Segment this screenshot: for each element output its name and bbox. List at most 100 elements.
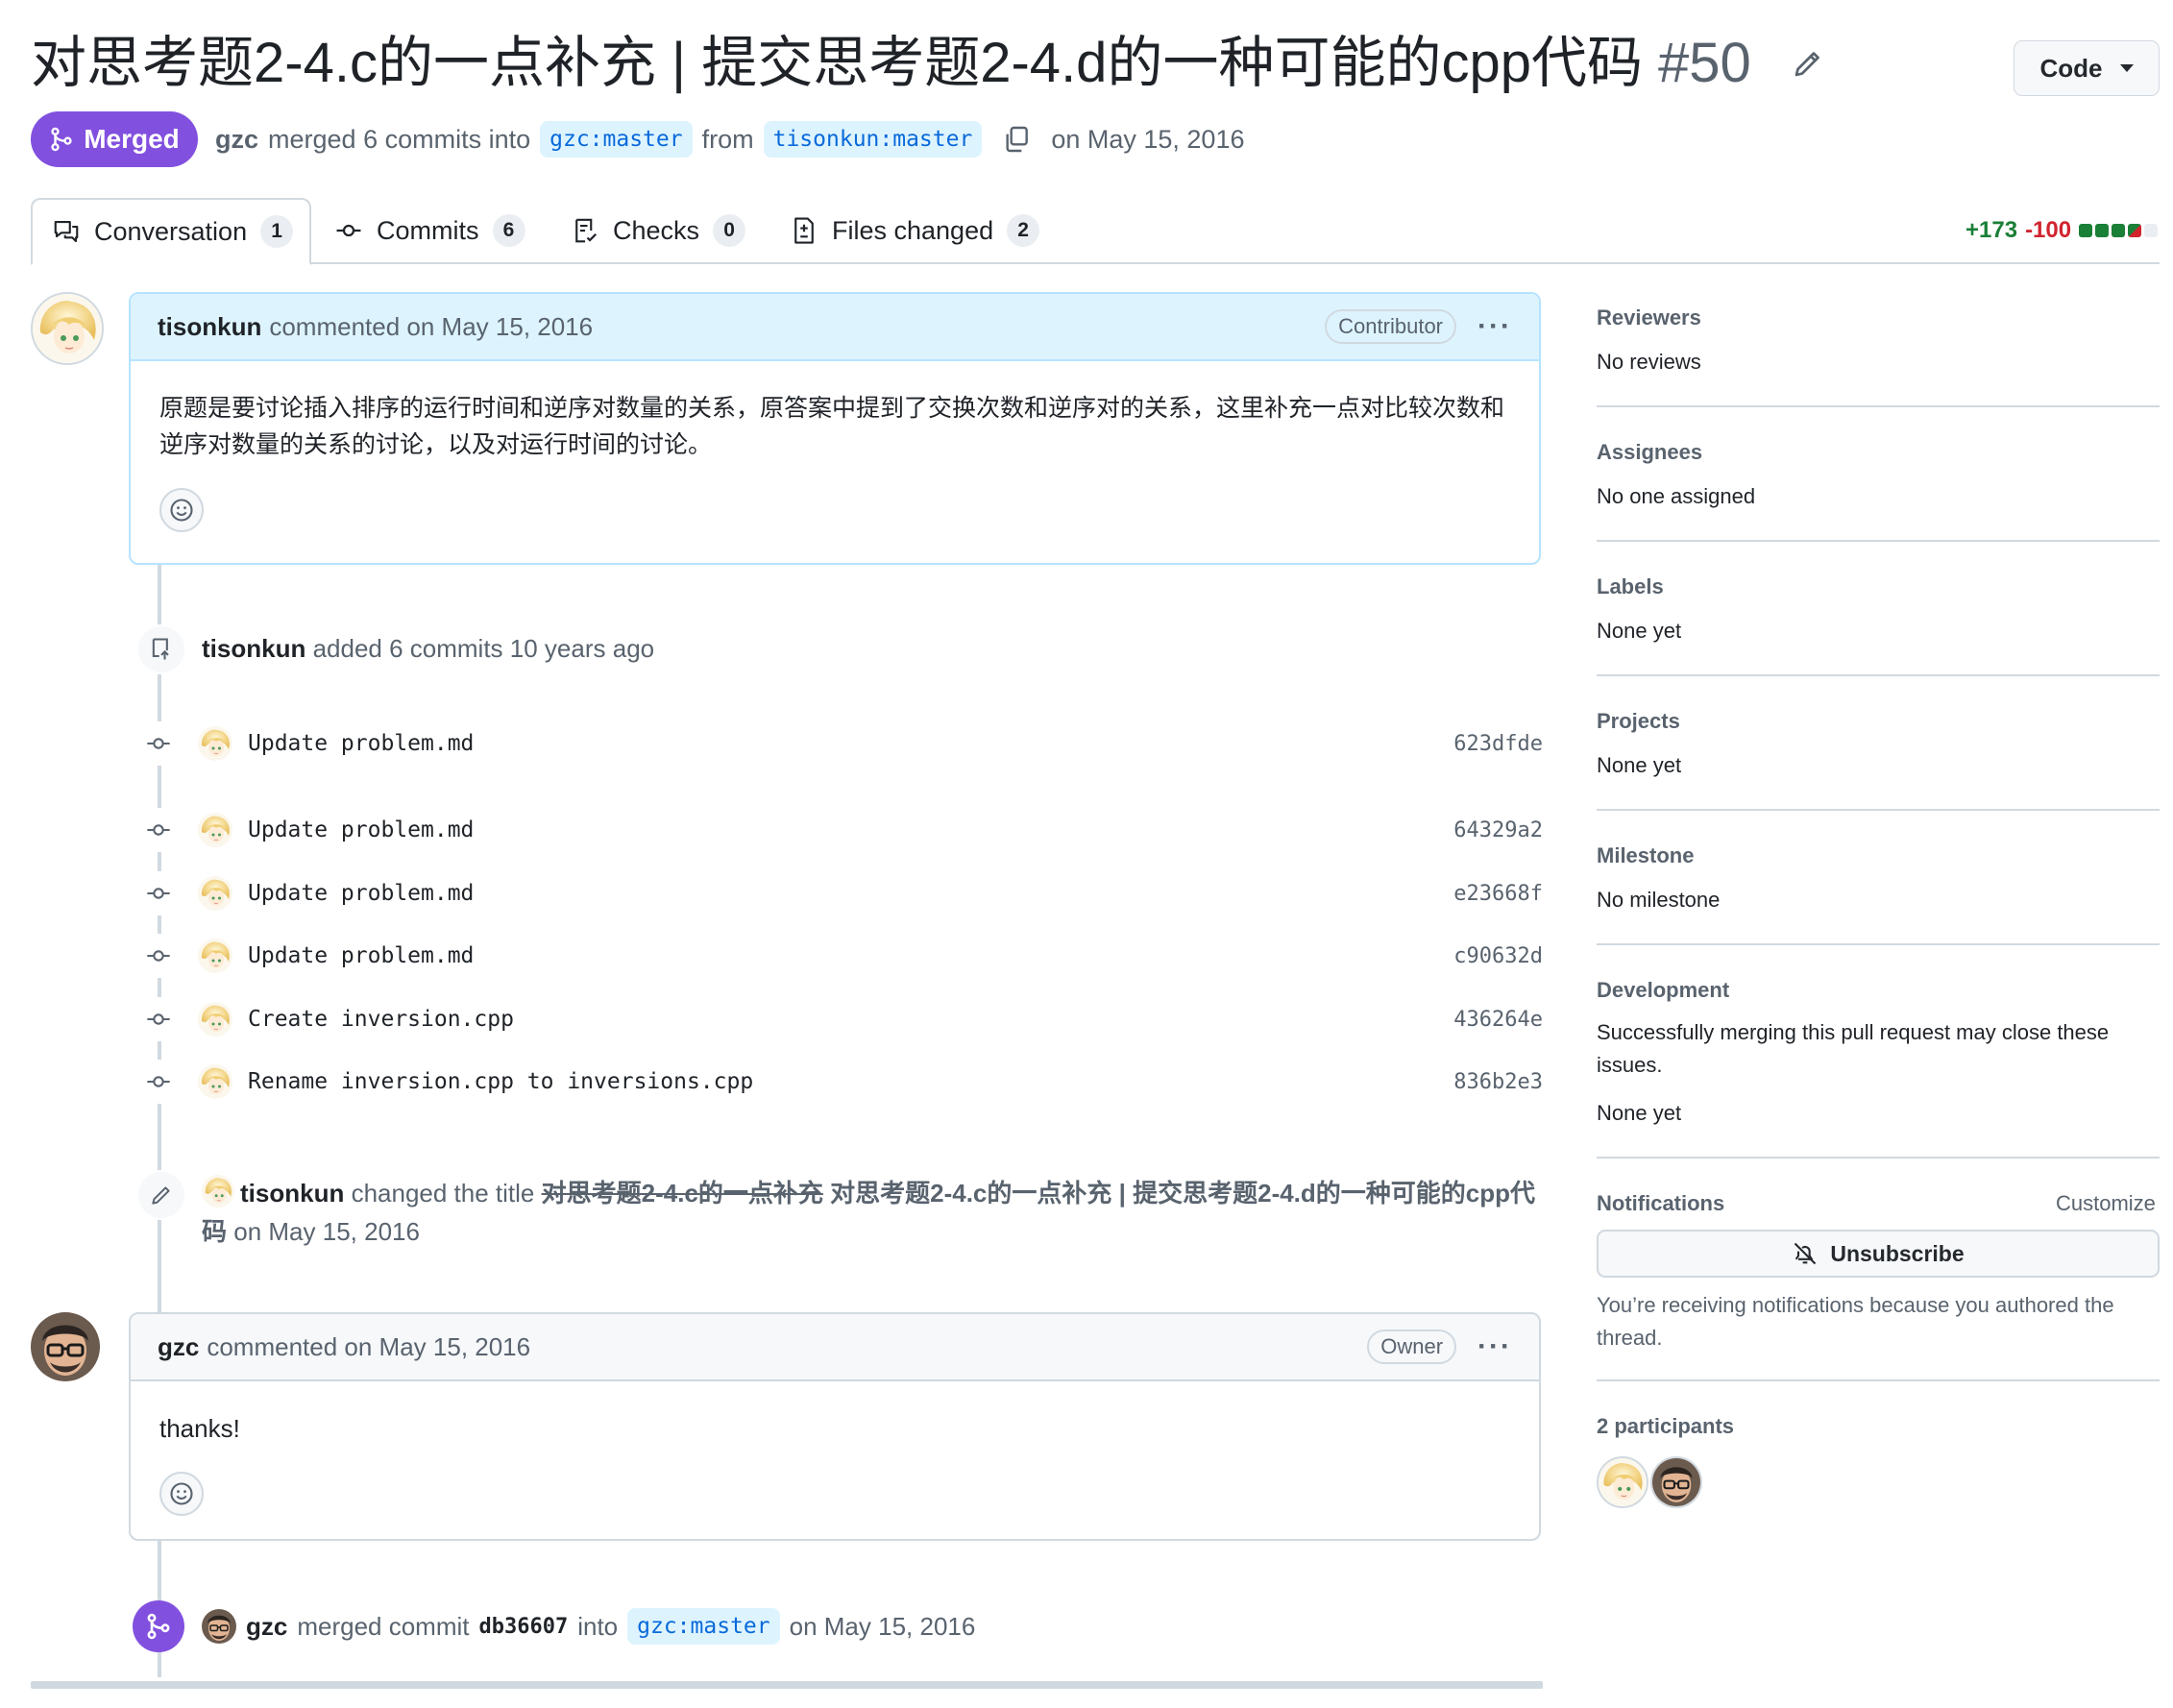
commit-sha[interactable]: e23668f (1453, 882, 1543, 906)
sidebar-reviewers-heading[interactable]: Reviewers (1597, 305, 2160, 330)
git-merge-icon (51, 127, 72, 152)
commit-sha[interactable]: 836b2e3 (1453, 1070, 1543, 1094)
checklist-icon (575, 218, 598, 243)
git-commit-icon (136, 871, 181, 915)
sidebar-projects-heading[interactable]: Projects (1597, 709, 2160, 734)
pr-title-text: 对思考题2-4.c的一点补充 | 提交思考题2-4.d的一种可能的cpp代码 (31, 32, 1643, 94)
avatar-gzc[interactable] (202, 1609, 236, 1644)
sidebar-development-heading[interactable]: Development (1597, 978, 2160, 1003)
sidebar-labels-heading[interactable]: Labels (1597, 574, 2160, 599)
avatar-tisonkun[interactable] (202, 1175, 234, 1208)
avatar-tisonkun[interactable] (198, 1064, 232, 1099)
copy-icon[interactable] (1001, 124, 1032, 155)
avatar-tisonkun[interactable] (31, 292, 104, 365)
sidebar-assignees-value: No one assigned (1597, 484, 1756, 508)
diffstat-bar (2079, 224, 2159, 237)
tab-counter: 6 (492, 214, 525, 247)
merge-date: on May 15, 2016 (1051, 124, 1245, 154)
smiley-icon (170, 1482, 193, 1505)
diffstat-block (2144, 224, 2159, 237)
repo-push-icon (136, 624, 186, 674)
sidebar-reviewers-value: No reviews (1597, 350, 1701, 374)
avatar-tisonkun[interactable] (198, 939, 232, 973)
commit-sha[interactable]: c90632d (1453, 944, 1543, 968)
tab-commits[interactable]: Commits 6 (334, 198, 525, 263)
sidebar-assignees-heading[interactable]: Assignees (1597, 440, 2160, 465)
diffstat-block (2112, 224, 2126, 237)
commit-message[interactable]: Update problem.md (248, 817, 474, 842)
diffstat-block (2095, 224, 2110, 237)
title-change-event: tisonkun changed the title 对思考题2-4.c的一点补… (202, 1174, 1547, 1251)
commit-message[interactable]: Create inversion.cpp (248, 1007, 514, 1032)
commit-sha[interactable]: 436264e (1453, 1008, 1543, 1032)
tab-conversation[interactable]: Conversation 1 (31, 198, 311, 265)
sidebar-milestone-heading[interactable]: Milestone (1597, 843, 2160, 868)
sidebar-projects-value: None yet (1597, 753, 1682, 777)
event-author[interactable]: tisonkun (240, 1179, 344, 1208)
comment-author[interactable]: gzc (158, 1332, 199, 1362)
avatar-tisonkun[interactable] (198, 876, 232, 911)
participant-avatar-tisonkun[interactable] (1597, 1456, 1648, 1508)
git-merge-icon (133, 1600, 184, 1652)
customize-link[interactable]: Customize (2056, 1187, 2156, 1220)
comment-tisonkun: tisonkun commented on May 15, 2016 Contr… (129, 292, 1541, 565)
role-badge: Owner (1367, 1330, 1457, 1364)
pencil-icon[interactable] (1791, 46, 1825, 81)
sidebar-development-description: Successfully merging this pull request m… (1597, 1020, 2110, 1077)
smiley-icon (170, 499, 193, 522)
git-commit-icon (136, 997, 181, 1041)
commit-sha[interactable]: 623dfde (1453, 732, 1543, 756)
commits-event: tisonkun added 6 commits 10 years ago (202, 634, 654, 664)
comment-body: 原题是要讨论插入排序的运行时间和逆序对数量的关系，原答案中提到了交换次数和逆序对… (159, 395, 1505, 458)
merge-event: gzc merged commit db36607 into gzc:maste… (202, 1608, 975, 1645)
avatar-gzc[interactable] (31, 1312, 100, 1381)
from-text: from (701, 124, 754, 154)
pr-meta: gzc merged 6 commits into gzc:master fro… (215, 111, 1244, 167)
commit-message[interactable]: Update problem.md (248, 881, 474, 906)
sidebar-milestone-value: No milestone (1597, 888, 1721, 912)
commit-row: Update problem.md 623dfde (136, 720, 1543, 768)
merge-commit-sha[interactable]: db36607 (479, 1615, 569, 1639)
tab-counter: 0 (713, 214, 746, 247)
kebab-horizontal-icon[interactable]: ··· (1477, 1330, 1512, 1363)
sidebar-divider (1597, 674, 2160, 676)
add-reaction-button[interactable] (159, 1472, 204, 1516)
participant-avatar-gzc[interactable] (1650, 1456, 1702, 1508)
commit-message[interactable]: Rename inversion.cpp to inversions.cpp (248, 1069, 753, 1094)
role-badge: Contributor (1325, 309, 1457, 344)
tab-files-changed[interactable]: Files changed 2 (790, 198, 1040, 263)
state-badge-merged: Merged (31, 111, 198, 167)
commit-row: Update problem.md e23668f (136, 869, 1543, 917)
head-branch[interactable]: tisonkun:master (763, 121, 983, 158)
unsubscribe-button[interactable]: Unsubscribe (1597, 1230, 2160, 1278)
tab-checks[interactable]: Checks 0 (571, 198, 746, 263)
kebab-horizontal-icon[interactable]: ··· (1477, 310, 1512, 343)
git-commit-icon (136, 721, 181, 766)
diffstat-additions: +173 (1965, 217, 2018, 243)
commit-row: Update problem.md c90632d (136, 932, 1543, 980)
avatar-tisonkun[interactable] (198, 813, 232, 847)
avatar-tisonkun[interactable] (198, 1002, 232, 1037)
event-author[interactable]: tisonkun (202, 634, 305, 663)
author-link[interactable]: gzc (215, 125, 258, 155)
commit-message[interactable]: Update problem.md (248, 731, 474, 756)
event-author[interactable]: gzc (246, 1612, 287, 1642)
git-commit-icon (136, 808, 181, 852)
tab-label: Checks (613, 215, 700, 245)
comment-author[interactable]: tisonkun (158, 312, 261, 342)
comment-gzc: gzc commented on May 15, 2016 Owner ··· … (129, 1312, 1541, 1541)
base-branch[interactable]: gzc:master (627, 1608, 780, 1645)
commit-sha[interactable]: 64329a2 (1453, 818, 1543, 842)
pr-number: #50 (1657, 32, 1751, 94)
unsubscribe-label: Unsubscribe (1830, 1240, 1965, 1266)
add-reaction-button[interactable] (159, 488, 204, 532)
diffstat[interactable]: +173 -100 (1965, 217, 2159, 244)
commit-row: Create inversion.cpp 436264e (136, 995, 1543, 1043)
comment-action: commented on May 15, 2016 (207, 1331, 531, 1361)
merged-text: merged 6 commits into (268, 124, 531, 154)
comment-action: commented on May 15, 2016 (269, 311, 594, 341)
commit-message[interactable]: Update problem.md (248, 943, 474, 968)
code-button[interactable]: Code (2014, 40, 2160, 96)
avatar-tisonkun[interactable] (198, 726, 232, 761)
base-branch[interactable]: gzc:master (540, 121, 693, 158)
